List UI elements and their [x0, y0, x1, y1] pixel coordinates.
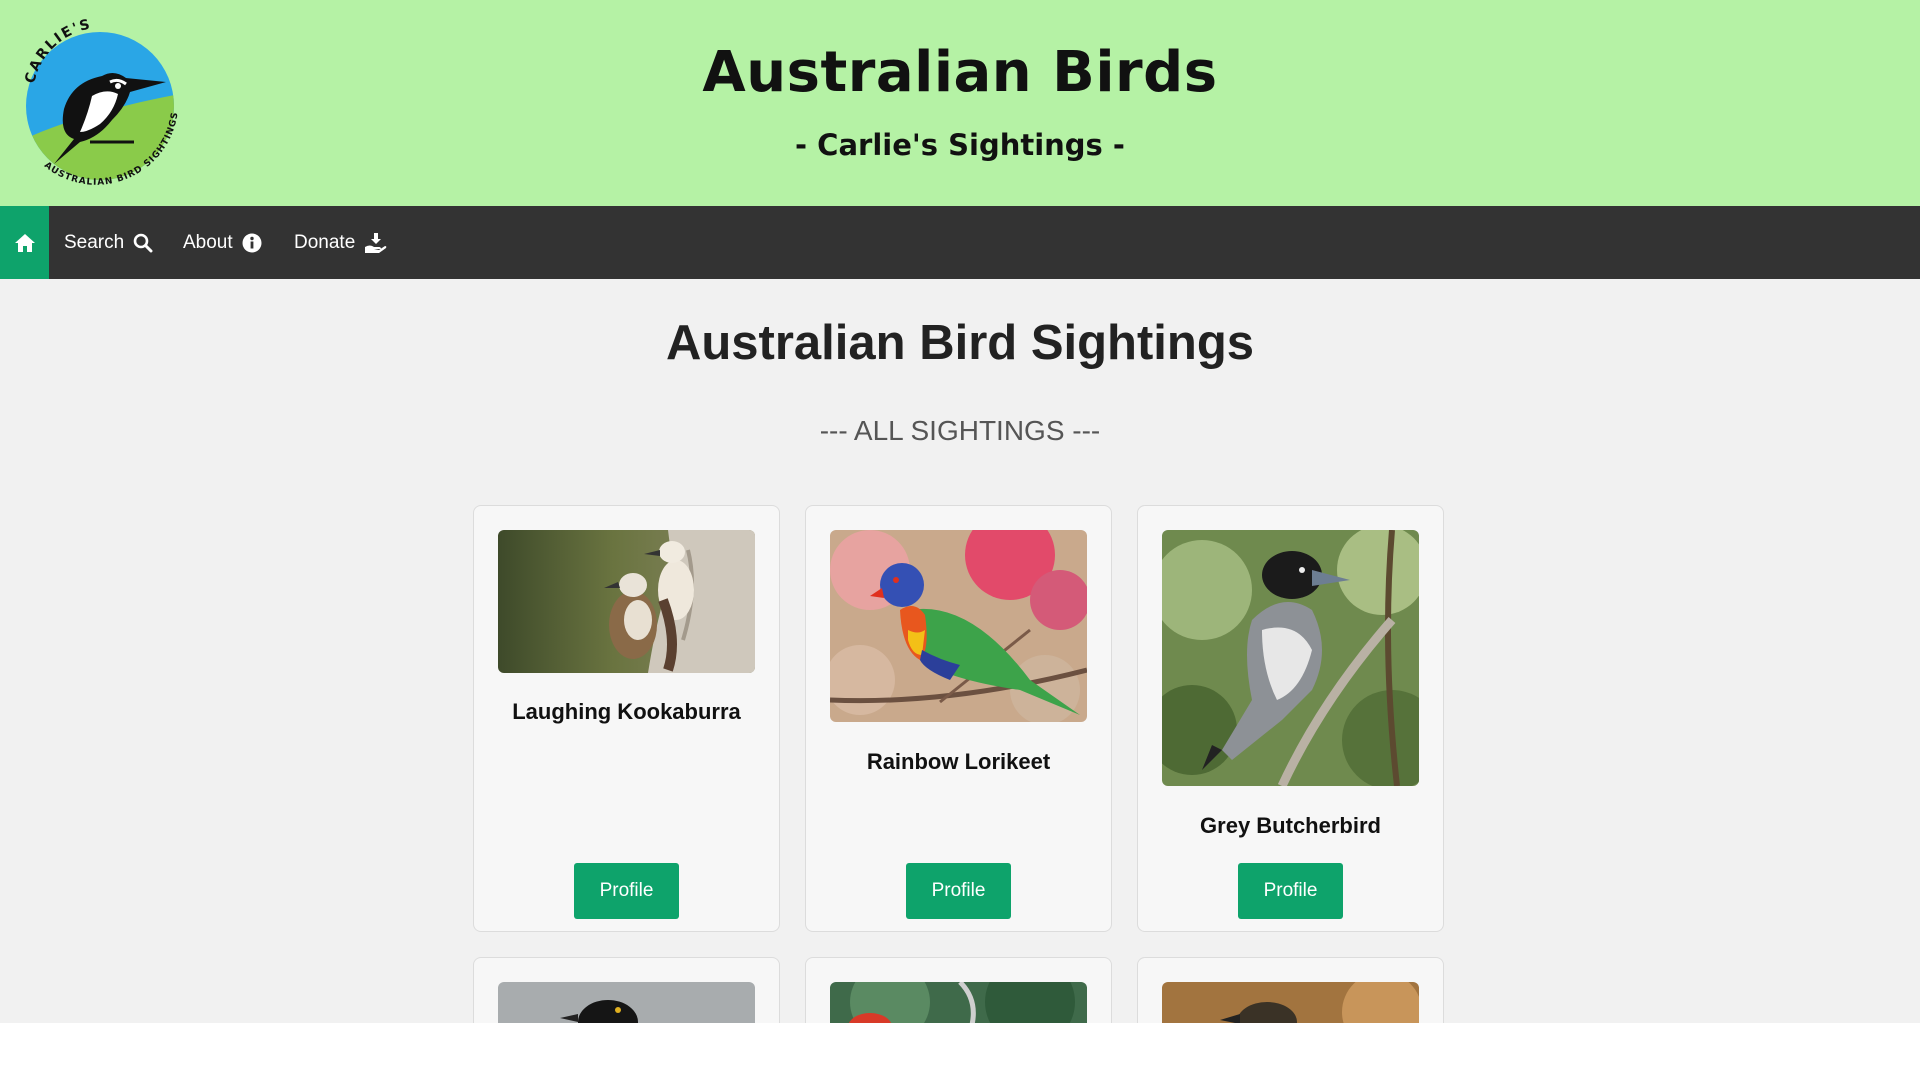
nav-search-label: Search	[64, 231, 125, 253]
bird-card-title: Rainbow Lorikeet	[866, 749, 1051, 774]
bird-card-title: Grey Butcherbird	[1200, 813, 1381, 838]
site-title: Australian Birds	[702, 40, 1218, 105]
kookaburra-photo-icon	[498, 530, 755, 673]
bird-card	[805, 957, 1112, 1023]
bird-photo-icon	[1162, 982, 1419, 1023]
butcherbird-photo-icon	[1162, 530, 1419, 786]
nav-donate-label: Donate	[294, 231, 356, 253]
bird-photo-kookaburra	[498, 530, 755, 673]
nav-home-button[interactable]	[0, 206, 49, 279]
profile-button[interactable]: Profile	[574, 863, 679, 919]
bird-card-title: Laughing Kookaburra	[512, 699, 741, 724]
nav-search-link[interactable]: Search	[64, 206, 153, 279]
site-subtitle: - Carlie's Sightings -	[795, 128, 1125, 162]
browser-viewport: CARLIE'S AUSTRALIAN BIRD SIGHTINGS Austr…	[0, 0, 1920, 1023]
site-header: CARLIE'S AUSTRALIAN BIRD SIGHTINGS Austr…	[0, 0, 1920, 206]
bird-card: Rainbow Lorikeet Profile	[805, 505, 1112, 932]
bird-photo	[498, 982, 755, 1023]
home-icon	[14, 233, 35, 252]
lorikeet-photo-icon	[830, 530, 1087, 722]
bird-photo-icon	[830, 982, 1087, 1023]
section-label: --- ALL SIGHTINGS ---	[819, 415, 1101, 446]
info-icon	[242, 233, 262, 252]
profile-button[interactable]: Profile	[906, 863, 1011, 919]
bird-photo-butcherbird	[1162, 530, 1419, 786]
nav-about-label: About	[183, 231, 233, 253]
page-heading: Australian Bird Sightings	[665, 316, 1255, 370]
bird-photo-lorikeet	[830, 530, 1087, 722]
donate-icon	[365, 232, 387, 253]
bird-photo	[1162, 982, 1419, 1023]
main-navbar: Search About Donate	[0, 206, 1920, 279]
bird-card: Laughing Kookaburra Profile	[473, 505, 780, 932]
search-icon	[133, 233, 153, 252]
bird-card	[1137, 957, 1444, 1023]
bird-card: Grey Butcherbird Profile	[1137, 505, 1444, 932]
bird-photo	[830, 982, 1087, 1023]
nav-about-link[interactable]: About	[183, 206, 262, 279]
profile-button[interactable]: Profile	[1238, 863, 1343, 919]
bird-card	[473, 957, 780, 1023]
nav-donate-link[interactable]: Donate	[294, 206, 388, 279]
bird-photo-icon	[498, 982, 755, 1023]
